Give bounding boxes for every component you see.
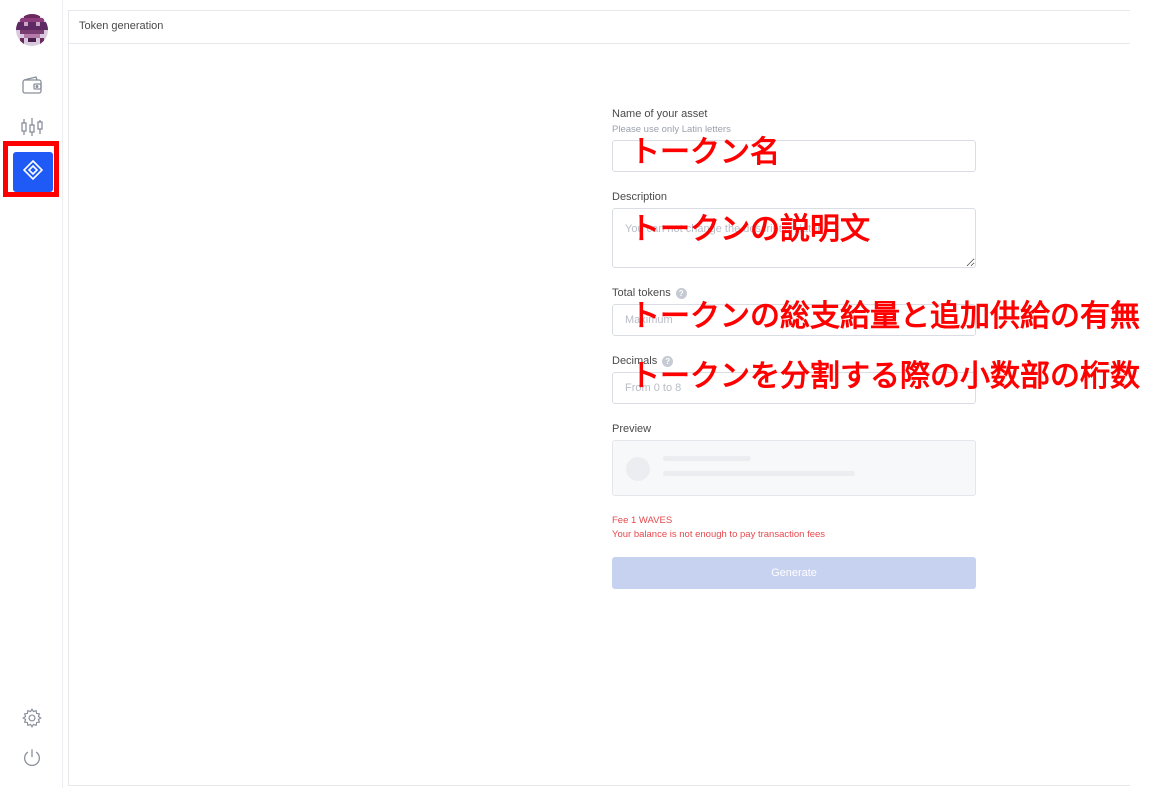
decimals-input[interactable] bbox=[612, 372, 976, 404]
asset-name-input[interactable] bbox=[612, 140, 976, 172]
balance-error-text: Your balance is not enough to pay transa… bbox=[612, 529, 826, 540]
description-input[interactable] bbox=[612, 208, 976, 268]
name-hint: Please use only Latin letters bbox=[612, 124, 731, 135]
preview-token-icon-placeholder bbox=[626, 457, 650, 481]
help-icon[interactable]: ? bbox=[675, 287, 687, 299]
name-label: Name of your asset bbox=[612, 108, 708, 120]
total-tokens-label: Total tokens? bbox=[612, 287, 687, 299]
preview-label: Preview bbox=[612, 423, 652, 435]
preview-line-placeholder bbox=[663, 456, 751, 461]
total-tokens-input[interactable] bbox=[612, 304, 976, 336]
generate-button[interactable]: Generate bbox=[612, 557, 976, 589]
candlestick-chart-icon[interactable] bbox=[19, 114, 45, 140]
token-preview bbox=[612, 440, 976, 496]
token-generation-nav-button[interactable] bbox=[13, 152, 53, 192]
power-icon[interactable] bbox=[19, 745, 45, 771]
user-avatar[interactable] bbox=[16, 14, 48, 46]
total-tokens-label-text: Total tokens bbox=[612, 287, 671, 299]
decimals-label-text: Decimals bbox=[612, 355, 658, 367]
wallet-icon[interactable] bbox=[19, 72, 45, 98]
token-diamond-icon bbox=[22, 159, 44, 186]
page-header: Token generation bbox=[69, 11, 1130, 44]
page-title: Token generation bbox=[79, 20, 164, 32]
preview-line-placeholder bbox=[663, 471, 855, 476]
sidebar bbox=[0, 0, 63, 788]
gear-icon[interactable] bbox=[19, 705, 45, 731]
fee-text: Fee 1 WAVES bbox=[612, 515, 673, 526]
description-label: Description bbox=[612, 191, 668, 203]
help-icon[interactable]: ? bbox=[662, 355, 674, 367]
decimals-label: Decimals? bbox=[612, 355, 674, 367]
